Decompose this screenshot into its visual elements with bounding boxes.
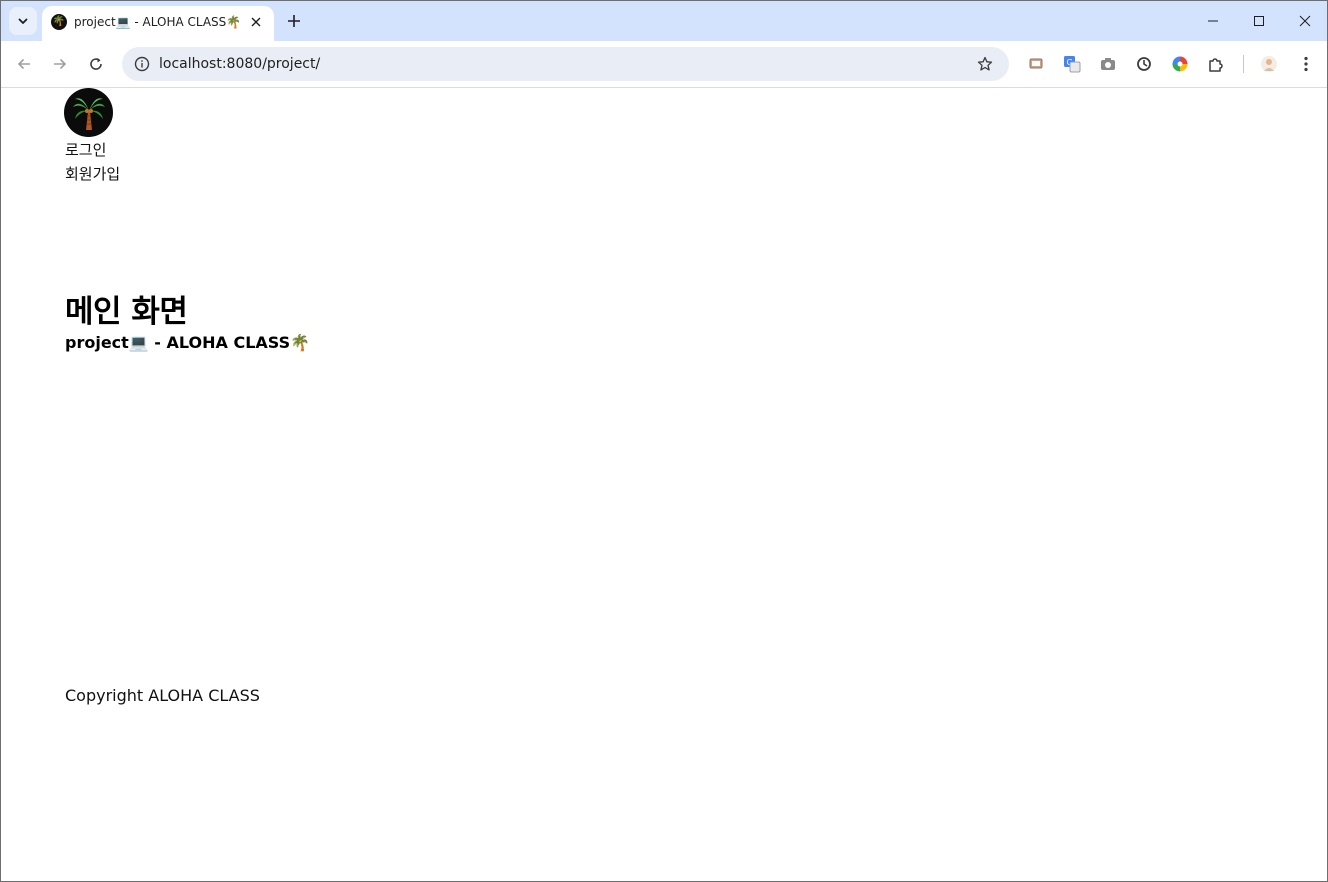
toolbar-divider (1243, 55, 1244, 73)
camera-icon[interactable] (1096, 52, 1120, 76)
page-content: 로그인 회원가입 메인 화면 project💻 - ALOHA CLASS🌴 C… (1, 88, 1327, 881)
browser-toolbar: localhost:8080/project/ G (1, 41, 1327, 88)
translate-icon[interactable]: G (1060, 52, 1084, 76)
forward-button[interactable] (46, 50, 74, 78)
page-subtitle: project💻 - ALOHA CLASS🌴 (65, 333, 311, 352)
cast-icon[interactable] (1024, 52, 1048, 76)
minimize-icon (1208, 20, 1218, 22)
login-link[interactable]: 로그인 (65, 139, 106, 160)
arrow-left-icon (17, 58, 30, 70)
back-button[interactable] (10, 50, 38, 78)
palm-tree-logo[interactable] (64, 88, 113, 137)
browser-window: 🌴 project💻 - ALOHA CLASS🌴 localhost:8080… (0, 0, 1328, 882)
puzzle-icon[interactable] (1204, 52, 1228, 76)
tab-strip: 🌴 project💻 - ALOHA CLASS🌴 (1, 1, 1327, 41)
url-text: localhost:8080/project/ (159, 56, 321, 72)
minimize-button[interactable] (1190, 1, 1236, 41)
footer-copyright: Copyright ALOHA CLASS (65, 686, 260, 705)
main-title: 메인 화면 (65, 294, 188, 330)
palm-tree-icon (72, 97, 105, 130)
kebab-menu-icon[interactable] (1294, 52, 1318, 76)
chevron-down-icon (18, 18, 28, 24)
tab-search-button[interactable] (9, 7, 37, 35)
profile-avatar[interactable] (1257, 52, 1281, 76)
color-picker-icon[interactable] (1168, 52, 1192, 76)
browser-tab[interactable]: 🌴 project💻 - ALOHA CLASS🌴 (42, 6, 274, 41)
close-window-button[interactable] (1282, 1, 1327, 41)
palm-tree-icon: 🌴 (51, 14, 67, 30)
site-info-icon[interactable] (130, 52, 154, 76)
reload-icon (90, 58, 102, 70)
close-icon (1299, 15, 1311, 27)
new-tab-button[interactable] (282, 9, 306, 33)
sync-icon[interactable] (1132, 52, 1156, 76)
maximize-button[interactable] (1236, 1, 1282, 41)
bookmark-star-icon[interactable] (974, 53, 996, 75)
maximize-icon (1254, 16, 1264, 26)
address-bar[interactable]: localhost:8080/project/ (122, 47, 1009, 81)
plus-icon (288, 15, 300, 27)
signup-link[interactable]: 회원가입 (65, 163, 120, 184)
arrow-right-icon (54, 58, 67, 70)
tab-title: project💻 - ALOHA CLASS🌴 (74, 15, 242, 29)
close-tab-icon[interactable] (246, 12, 266, 32)
reload-button[interactable] (82, 50, 110, 78)
